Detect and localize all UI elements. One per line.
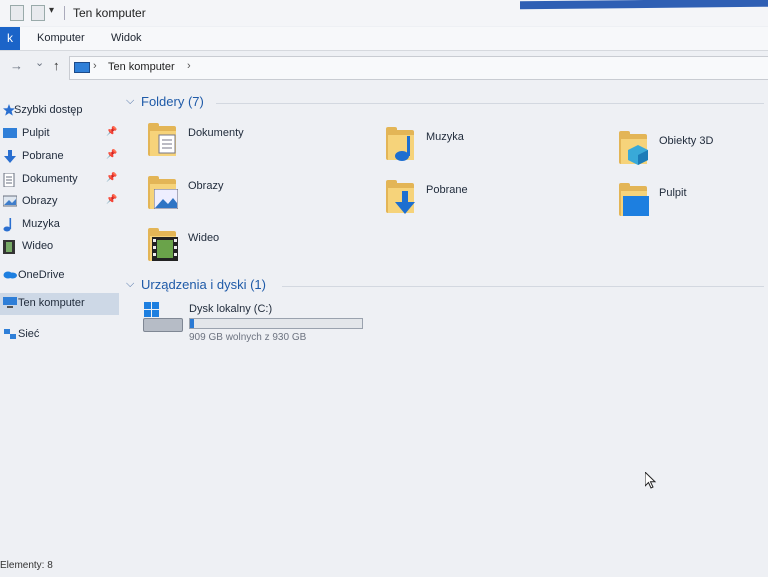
chevron-down-icon[interactable]: ⌵	[126, 95, 134, 108]
sidebar-item-label: Sieć	[18, 328, 40, 340]
folder-label: Pobrane	[426, 184, 468, 196]
tab-view[interactable]: Widok	[111, 32, 142, 44]
folder-tile-pictures[interactable]: Obrazy	[146, 175, 356, 225]
videos-icon	[146, 227, 178, 263]
drives-group-title: Urządzenia i dyski (1)	[141, 277, 266, 292]
drive-tile-c[interactable]: Dysk lokalny (C:) 909 GB wolnych z 930 G…	[140, 300, 380, 346]
pin-icon[interactable]: 📌	[106, 194, 117, 205]
breadcrumb-separator[interactable]: ›	[187, 60, 191, 72]
sidebar-item-label: Pobrane	[22, 150, 64, 162]
properties-icon[interactable]	[10, 5, 24, 21]
music-icon	[384, 126, 416, 162]
music-note-icon	[3, 218, 17, 232]
sidebar-item-pictures[interactable]: Obrazy 📌	[0, 192, 120, 212]
hard-drive-icon	[143, 318, 183, 332]
folder-label: Pulpit	[659, 187, 687, 199]
folder-label: Wideo	[188, 232, 220, 244]
pin-icon[interactable]: 📌	[106, 126, 117, 137]
windows-logo-icon	[144, 302, 160, 317]
mouse-cursor-icon	[645, 472, 657, 489]
ribbon: k Komputer Widok	[0, 27, 768, 51]
3d-objects-icon	[617, 130, 649, 166]
drive-free-space: 909 GB wolnych z 930 GB	[189, 332, 307, 343]
breadcrumb-this-pc[interactable]: Ten komputer	[108, 61, 175, 73]
chevron-down-icon[interactable]: ⌵	[126, 278, 134, 291]
title-separator	[64, 6, 65, 20]
sidebar-item-this-pc[interactable]: Ten komputer	[0, 293, 119, 315]
pictures-icon	[146, 175, 178, 211]
sidebar-item-videos[interactable]: Wideo	[0, 237, 120, 257]
forward-arrow-icon[interactable]: →	[10, 58, 23, 73]
picture-icon	[2, 195, 18, 207]
up-arrow-icon[interactable]: ↑	[53, 58, 60, 73]
computer-icon	[3, 296, 17, 308]
downloads-icon	[384, 179, 416, 215]
desktop-icon	[3, 127, 17, 139]
tab-file[interactable]: k	[0, 27, 20, 50]
desktop-icon	[617, 182, 649, 218]
drive-usage-bar	[189, 318, 363, 329]
new-folder-icon[interactable]	[31, 5, 45, 21]
tab-computer[interactable]: Komputer	[37, 32, 85, 44]
folder-label: Muzyka	[426, 131, 464, 143]
navigation-pane: Szybki dostęp Pulpit 📌 Pobrane 📌 Dokumen…	[0, 96, 124, 556]
sidebar-item-onedrive[interactable]: OneDrive	[0, 266, 120, 286]
folder-label: Dokumenty	[188, 127, 244, 139]
sidebar-item-label: Wideo	[22, 240, 54, 252]
folders-group-title: Foldery (7)	[141, 94, 204, 109]
sidebar-item-label: Obrazy	[22, 195, 58, 207]
drive-usage-fill	[190, 319, 194, 328]
folder-label: Obiekty 3D	[659, 135, 714, 147]
folder-tile-downloads[interactable]: Pobrane	[384, 179, 594, 229]
pin-icon[interactable]: 📌	[106, 149, 117, 160]
sidebar-item-desktop[interactable]: Pulpit 📌	[0, 124, 120, 144]
group-divider	[216, 103, 764, 104]
folders-group-header[interactable]: ⌵ Foldery (7)	[126, 94, 766, 112]
film-icon	[3, 240, 17, 254]
sidebar-item-label: Dokumenty	[22, 173, 78, 185]
document-icon	[3, 172, 17, 188]
documents-icon	[146, 122, 178, 158]
folder-tile-videos[interactable]: Wideo	[146, 227, 356, 277]
sidebar-item-label: Muzyka	[22, 218, 60, 230]
folder-tile-3d-objects[interactable]: Obiekty 3D	[617, 130, 757, 180]
customize-quick-access-icon[interactable]: ▾	[49, 5, 54, 16]
sidebar-item-downloads[interactable]: Pobrane 📌	[0, 147, 120, 167]
cloud-icon	[3, 269, 17, 281]
download-arrow-icon	[3, 150, 17, 163]
status-item-count: Elementy: 8	[0, 560, 53, 571]
drives-group-header[interactable]: ⌵ Urządzenia i dyski (1)	[126, 277, 766, 295]
sidebar-item-music[interactable]: Muzyka	[0, 215, 120, 235]
sidebar-item-label: Pulpit	[22, 127, 50, 139]
folder-tile-desktop[interactable]: Pulpit	[617, 182, 757, 232]
sidebar-item-network[interactable]: Sieć	[0, 325, 120, 345]
sidebar-item-label: OneDrive	[18, 269, 65, 281]
sidebar-item-quick-access[interactable]: Szybki dostęp	[0, 101, 120, 121]
computer-icon	[74, 62, 90, 73]
navigation-bar: → ⌄ ↑ › Ten komputer ›	[0, 54, 768, 80]
sidebar-item-documents[interactable]: Dokumenty 📌	[0, 170, 120, 190]
folder-tile-documents[interactable]: Dokumenty	[146, 122, 356, 172]
sidebar-item-label: Ten komputer	[18, 297, 85, 309]
breadcrumb-separator[interactable]: ›	[93, 60, 97, 72]
group-divider	[282, 286, 764, 287]
network-icon	[3, 328, 17, 340]
sidebar-item-label: Szybki dostęp	[14, 104, 83, 116]
address-bar[interactable]: › Ten komputer ›	[69, 56, 768, 80]
drive-name: Dysk lokalny (C:)	[189, 303, 273, 315]
pin-icon[interactable]: 📌	[106, 172, 117, 183]
folder-tile-music[interactable]: Muzyka	[384, 126, 594, 176]
recent-locations-icon[interactable]: ⌄	[35, 56, 44, 69]
folder-label: Obrazy	[188, 180, 224, 192]
window-title: Ten komputer	[73, 6, 146, 20]
